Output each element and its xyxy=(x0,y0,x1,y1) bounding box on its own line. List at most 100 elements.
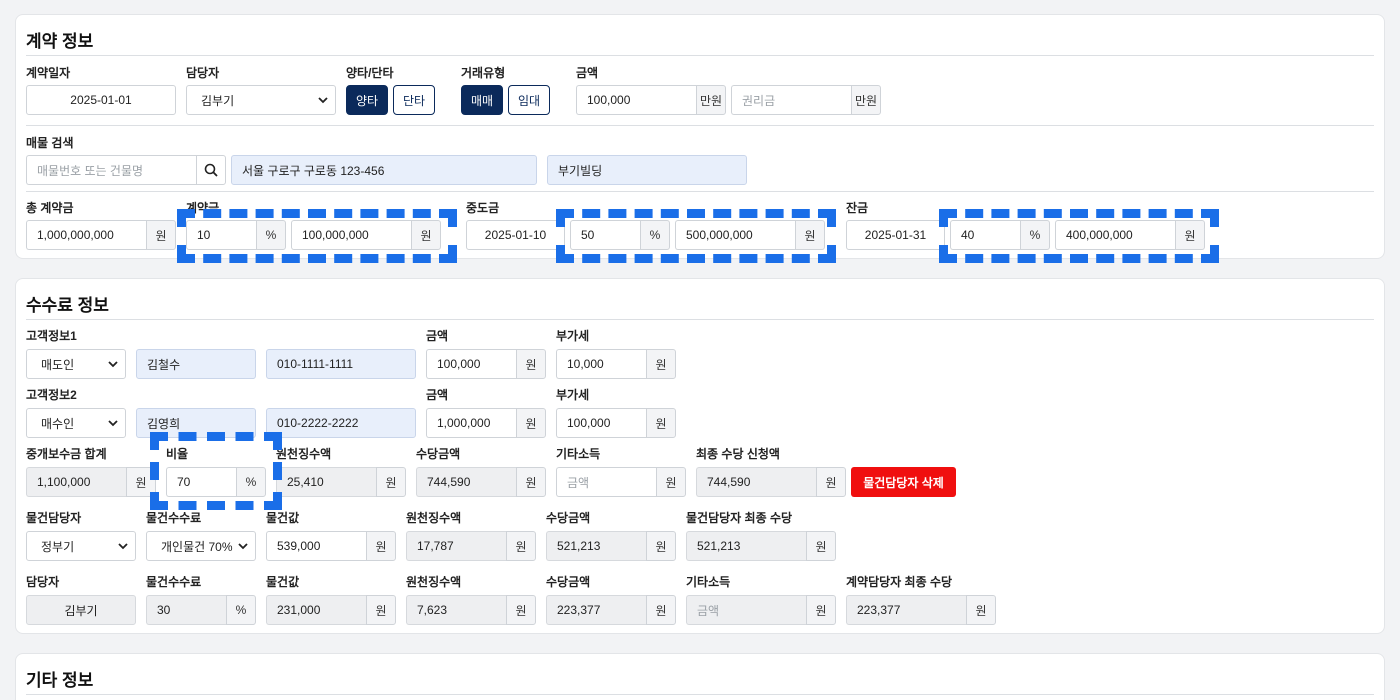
property-allowance-unit: 원 xyxy=(646,531,676,561)
amount-input[interactable]: 100,000 xyxy=(576,85,696,115)
contract-price-field: 231,000 xyxy=(266,595,366,625)
customer2-role-value: 매수인 xyxy=(41,416,75,431)
chevron-down-icon xyxy=(108,420,118,427)
withholding-field: 25,410 xyxy=(276,467,376,497)
customer2-amount-unit: 원 xyxy=(516,408,546,438)
middle-payment-date-input[interactable]: 2025-01-10 xyxy=(466,220,565,250)
etc-info-title: 기타 정보 xyxy=(26,671,94,690)
property-address-field: 서울 구로구 구로동 123-456 xyxy=(231,155,537,185)
balance-date-input[interactable]: 2025-01-31 xyxy=(846,220,945,250)
highlight-ratio xyxy=(150,432,282,510)
customer1-role-value: 매도인 xyxy=(41,357,75,372)
chevron-down-icon xyxy=(318,97,328,104)
contract-allowance-unit: 원 xyxy=(646,595,676,625)
divider xyxy=(26,191,1374,192)
contract-fee-unit: % xyxy=(226,595,256,625)
property-fee-select[interactable]: 개인물건 70% xyxy=(146,531,256,561)
total-deposit-input[interactable]: 1,000,000,000 xyxy=(26,220,146,250)
contract-manager-label: 담당자 xyxy=(26,575,60,589)
amount-unit: 만원 xyxy=(696,85,726,115)
contract-allowance-field: 223,377 xyxy=(546,595,646,625)
withholding-unit: 원 xyxy=(376,467,406,497)
property-final-field: 521,213 xyxy=(686,531,806,561)
customer1-amount-input[interactable]: 100,000 xyxy=(426,349,516,379)
search-button[interactable] xyxy=(196,155,226,185)
customer1-name-field: 김철수 xyxy=(136,349,256,379)
contract-withholding-unit: 원 xyxy=(506,595,536,625)
customer1-vat-unit: 원 xyxy=(646,349,676,379)
manager-label: 담당자 xyxy=(186,66,220,80)
manager-select[interactable]: 김부기 xyxy=(186,85,336,115)
contract-date-label: 계약일자 xyxy=(26,66,71,80)
total-deposit-unit: 원 xyxy=(146,220,176,250)
property-price-unit: 원 xyxy=(366,531,396,561)
customer2-role-select[interactable]: 매수인 xyxy=(26,408,126,438)
fee-total-label: 중개보수금 합계 xyxy=(26,447,107,461)
premium-input[interactable]: 권리금 xyxy=(731,85,851,115)
divider xyxy=(26,55,1374,56)
contract-allowance-label: 수당금액 xyxy=(546,575,591,589)
property-manager-select[interactable]: 정부기 xyxy=(26,531,136,561)
customer1-amount-unit: 원 xyxy=(516,349,546,379)
divider xyxy=(26,125,1374,126)
search-icon xyxy=(204,163,218,177)
total-deposit-label: 총 계약금 xyxy=(26,201,74,215)
party-type-single-button[interactable]: 단타 xyxy=(393,85,435,115)
contract-other-income-label: 기타소득 xyxy=(686,575,731,589)
property-manager-label: 물건담당자 xyxy=(26,511,82,525)
property-final-unit: 원 xyxy=(806,531,836,561)
other-income-input[interactable]: 금액 xyxy=(556,467,656,497)
customer2-amount-input[interactable]: 1,000,000 xyxy=(426,408,516,438)
property-search-input[interactable]: 매물번호 또는 건물명 xyxy=(26,155,197,185)
etc-info-card: 기타 정보 xyxy=(15,653,1385,700)
final-allowance-label: 최종 수당 신청액 xyxy=(696,447,780,461)
customer1-phone-field: 010-1111-1111 xyxy=(266,349,416,379)
contract-final-unit: 원 xyxy=(966,595,996,625)
customer2-phone-field: 010-2222-2222 xyxy=(266,408,416,438)
contract-info-title: 계약 정보 xyxy=(26,32,94,51)
property-withholding-label: 원천징수액 xyxy=(406,511,462,525)
amount-label: 금액 xyxy=(576,66,599,80)
contract-withholding-field: 7,623 xyxy=(406,595,506,625)
deal-type-label: 거래유형 xyxy=(461,66,506,80)
party-type-both-button[interactable]: 양타 xyxy=(346,85,388,115)
property-allowance-field: 521,213 xyxy=(546,531,646,561)
contract-price-unit: 원 xyxy=(366,595,396,625)
delete-property-manager-button[interactable]: 물건담당자 삭제 xyxy=(851,467,956,497)
allowance-field: 744,590 xyxy=(416,467,516,497)
deal-type-lease-button[interactable]: 임대 xyxy=(508,85,550,115)
divider xyxy=(26,694,1374,695)
contract-withholding-label: 원천징수액 xyxy=(406,575,462,589)
manager-select-value: 김부기 xyxy=(201,93,235,108)
contract-other-income-unit: 원 xyxy=(806,595,836,625)
property-allowance-label: 수당금액 xyxy=(546,511,591,525)
balance-label: 잔금 xyxy=(846,201,869,215)
contract-date-input[interactable]: 2025-01-01 xyxy=(26,85,176,115)
chevron-down-icon xyxy=(118,543,128,550)
fee-info-title: 수수료 정보 xyxy=(26,296,109,315)
divider xyxy=(26,319,1374,320)
other-income-label: 기타소득 xyxy=(556,447,601,461)
property-price-input[interactable]: 539,000 xyxy=(266,531,366,561)
property-price-label: 물건값 xyxy=(266,511,300,525)
customer2-label: 고객정보2 xyxy=(26,388,77,402)
contract-other-income-field: 금액 xyxy=(686,595,806,625)
chevron-down-icon xyxy=(108,361,118,368)
customer1-vat-label: 부가세 xyxy=(556,329,590,343)
middle-payment-label: 중도금 xyxy=(466,201,500,215)
final-allowance-field: 744,590 xyxy=(696,467,816,497)
highlight-middle-payment xyxy=(556,209,836,263)
property-fee-value: 개인물건 70% xyxy=(161,539,233,554)
customer2-vat-input[interactable]: 100,000 xyxy=(556,408,646,438)
customer1-role-select[interactable]: 매도인 xyxy=(26,349,126,379)
customer1-vat-input[interactable]: 10,000 xyxy=(556,349,646,379)
contract-price-label: 물건값 xyxy=(266,575,300,589)
other-income-unit: 원 xyxy=(656,467,686,497)
contract-manager-field: 김부기 xyxy=(26,595,136,625)
party-type-label: 양타/단타 xyxy=(346,66,394,80)
customer2-vat-unit: 원 xyxy=(646,408,676,438)
property-fee-label: 물건수수료 xyxy=(146,511,202,525)
contract-final-field: 223,377 xyxy=(846,595,966,625)
deal-type-sale-button[interactable]: 매매 xyxy=(461,85,503,115)
highlight-balance xyxy=(939,209,1219,263)
